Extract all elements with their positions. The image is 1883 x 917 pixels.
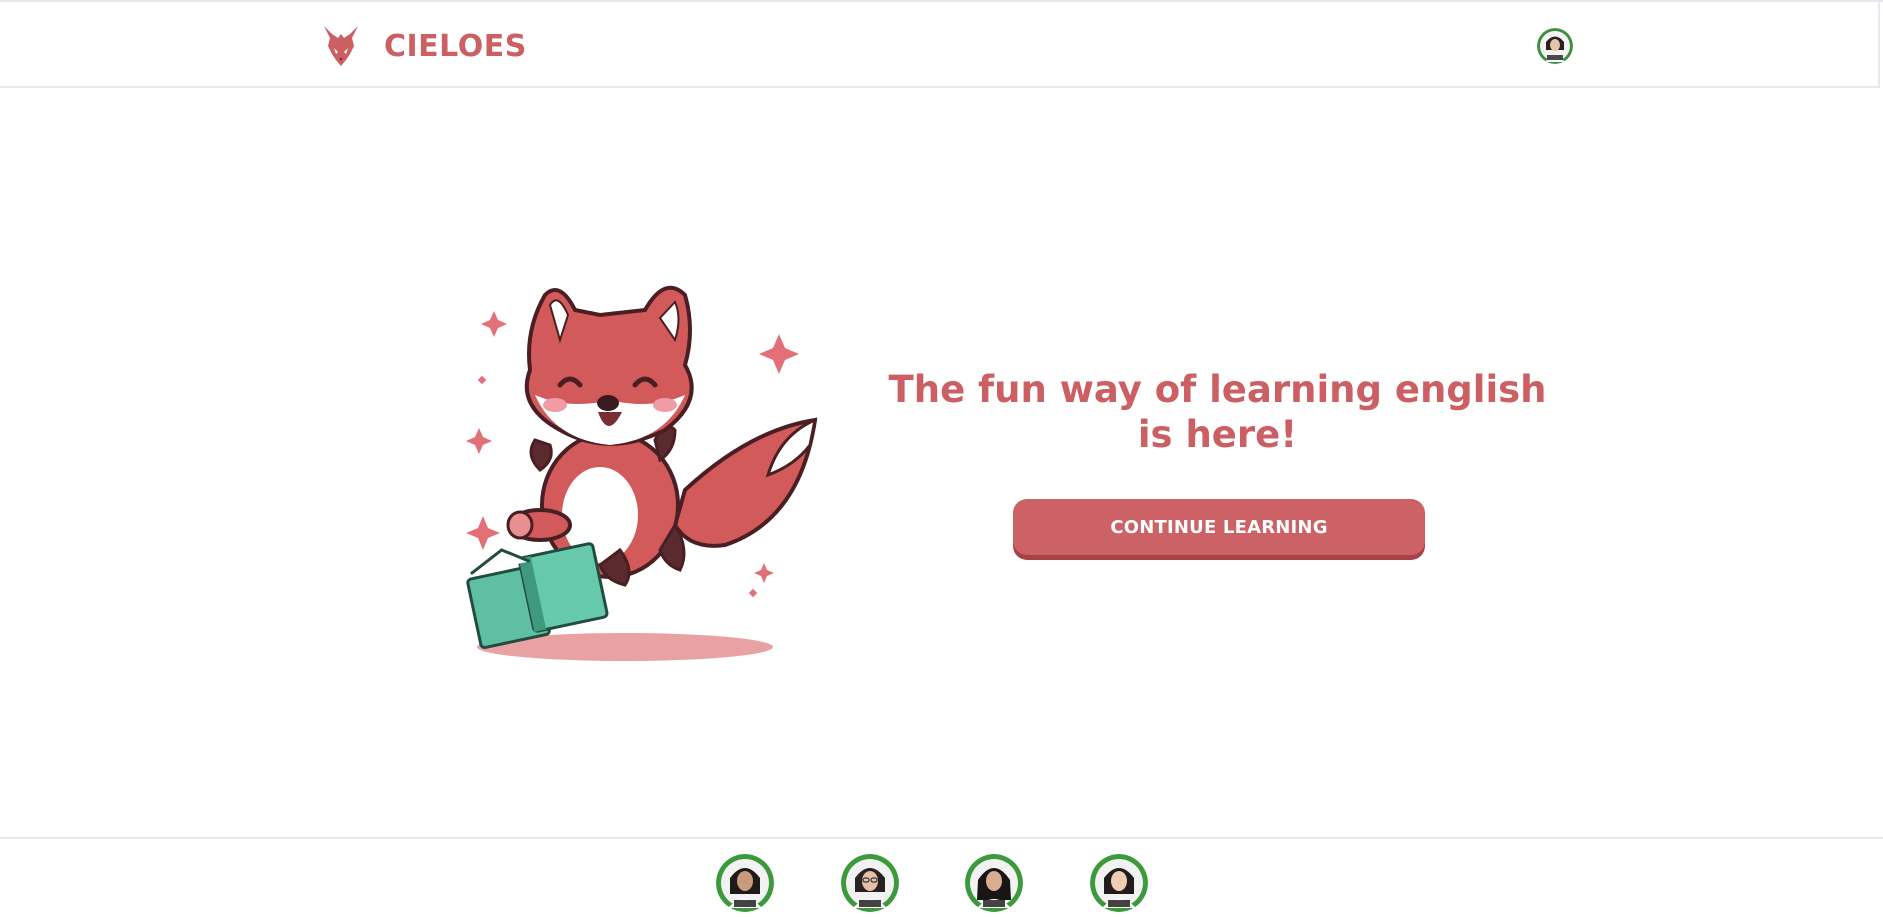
top-navbar: CIELOES	[0, 2, 1880, 88]
continue-learning-button[interactable]: CONTINUE LEARNING	[1013, 499, 1425, 555]
team-member-avatar-icon	[841, 854, 899, 912]
team-member-avatar-icon	[716, 854, 774, 912]
team-member-avatar-4[interactable]	[1090, 854, 1148, 912]
user-avatar-icon	[1537, 28, 1573, 64]
fox-mascot-illustration	[450, 270, 826, 670]
hero-tagline: The fun way of learning english is here!	[888, 368, 1547, 456]
team-member-avatar-1[interactable]	[716, 854, 774, 912]
fox-head-icon	[320, 24, 362, 68]
brand-name: CIELOES	[384, 28, 527, 64]
footer-team-bar	[0, 837, 1883, 917]
team-member-avatar-icon	[965, 854, 1023, 912]
app-window: CIELOES The fun way of learning english …	[0, 0, 1883, 917]
team-member-avatar-3[interactable]	[965, 854, 1023, 912]
team-member-avatar-2[interactable]	[841, 854, 899, 912]
brand-home-link[interactable]: CIELOES	[320, 24, 527, 68]
team-member-avatar-icon	[1090, 854, 1148, 912]
profile-avatar[interactable]	[1537, 28, 1573, 64]
